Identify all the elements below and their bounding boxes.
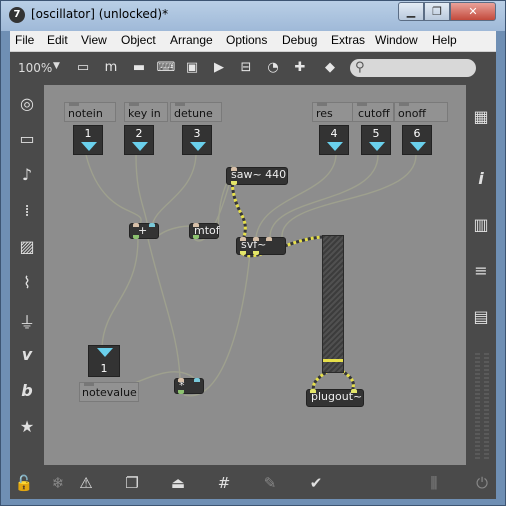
inlet-arrow-icon: [327, 142, 343, 151]
unlock-icon[interactable]: 🔓: [14, 473, 34, 493]
inlet-6[interactable]: 6: [402, 125, 432, 155]
object-svf[interactable]: svf~: [236, 237, 286, 255]
menu-options[interactable]: Options: [226, 33, 267, 47]
vizzie-icon[interactable]: v: [10, 345, 44, 364]
presentation-icon[interactable]: ⏏: [168, 473, 188, 493]
object-mtof[interactable]: mtof: [189, 223, 220, 239]
reference-icon[interactable]: ▤: [466, 307, 496, 326]
menu-object[interactable]: Object: [121, 33, 156, 47]
menu-debug[interactable]: Debug: [282, 33, 317, 47]
play-icon[interactable]: ▶: [209, 58, 229, 78]
inlet-1[interactable]: 1: [73, 125, 103, 155]
inlet-arrow-icon: [81, 142, 97, 151]
inlet-3[interactable]: 3: [182, 125, 212, 155]
image-icon[interactable]: ▨: [10, 237, 44, 256]
star-icon[interactable]: ★: [10, 417, 44, 436]
object-multiply[interactable]: *: [174, 378, 204, 394]
menu-bar: File Edit View Object Arrange Options De…: [10, 31, 496, 52]
menu-edit[interactable]: Edit: [47, 33, 68, 47]
search-input[interactable]: ⚲: [350, 59, 476, 77]
patch-cord[interactable]: [183, 252, 251, 397]
comment-detune: detune: [174, 107, 213, 120]
patch-cord[interactable]: [153, 225, 195, 240]
inlet-arrow-icon: [410, 142, 426, 151]
zoom-level[interactable]: 100%: [18, 61, 52, 75]
object-plus[interactable]: +: [129, 223, 159, 239]
inlet-arrow-icon: [369, 142, 385, 151]
power-icon[interactable]: ⏻: [472, 473, 492, 493]
search-icon: ⚲: [355, 60, 365, 75]
menu-help[interactable]: Help: [432, 33, 457, 47]
title-bar[interactable]: 7 [oscillator] (unlocked)* ▁ ❐ ✕: [1, 1, 505, 31]
gain-slider[interactable]: [322, 235, 344, 373]
meter-icon: ⫼: [430, 474, 438, 492]
minimize-button[interactable]: ▁: [398, 2, 424, 21]
music-note-icon[interactable]: ♪: [10, 165, 44, 184]
inlet-arrow-icon: [132, 142, 148, 151]
snowflake-icon[interactable]: ❄: [48, 473, 68, 493]
presentation-icon[interactable]: ▭: [73, 58, 93, 78]
menu-extras[interactable]: Extras: [331, 33, 365, 47]
menu-view[interactable]: View: [81, 33, 107, 47]
bottom-toolbar: 🔓 ❄ ⚠ ❐ ⏏ # ✎ ✔ ⫼ ⏻: [10, 465, 496, 499]
patch-cord[interactable]: [101, 238, 139, 348]
menu-file[interactable]: File: [15, 33, 34, 47]
patch-cord[interactable]: [85, 154, 142, 228]
comment-res: res: [316, 107, 333, 120]
inlet-4[interactable]: 4: [319, 125, 349, 155]
patcher-canvas[interactable]: notein key in detune res cutoff onoff 1 …: [44, 85, 466, 465]
close-button[interactable]: ✕: [450, 2, 496, 21]
paperclip-icon[interactable]: ⌇: [10, 273, 44, 292]
object-plugout[interactable]: plugout~: [306, 389, 364, 407]
max-app-icon: 7: [9, 7, 25, 23]
dial-icon[interactable]: ◔: [263, 58, 283, 78]
comment-keyin: key in: [128, 107, 161, 120]
maximize-button[interactable]: ❐: [424, 2, 450, 21]
object-saw[interactable]: saw~ 440: [226, 167, 288, 185]
patch-cord[interactable]: [147, 238, 181, 379]
info-icon[interactable]: i: [466, 169, 496, 188]
max-patcher-window: 7 [oscillator] (unlocked)* ▁ ❐ ✕ File Ed…: [0, 0, 506, 506]
debug-icon[interactable]: ✎: [260, 473, 280, 493]
comment-icon[interactable]: ▬: [129, 58, 149, 78]
target-icon[interactable]: ◎: [10, 94, 44, 113]
warning-icon[interactable]: ⚠: [76, 473, 96, 493]
windows-icon[interactable]: ❐: [122, 473, 142, 493]
beap-icon[interactable]: b: [10, 381, 44, 400]
gain-slider-knob[interactable]: [323, 359, 343, 362]
comment-notevalue: notevalue: [82, 386, 137, 399]
list-icon[interactable]: ≡: [466, 261, 496, 280]
grid-icon[interactable]: #: [214, 473, 234, 493]
plug-icon[interactable]: ⏚: [10, 309, 44, 333]
audio-level-meter: [473, 353, 491, 461]
bus-icon[interactable]: ▭: [10, 129, 44, 148]
inlet-2[interactable]: 2: [124, 125, 154, 155]
slider-icon[interactable]: ⊟: [236, 58, 256, 78]
comment-notein: notein: [68, 107, 103, 120]
wrench-icon[interactable]: ✔: [306, 473, 326, 493]
outlet-notevalue[interactable]: 1: [88, 345, 120, 377]
add-icon[interactable]: ✚: [290, 58, 310, 78]
grid-icon[interactable]: ▦: [466, 107, 496, 126]
outlet-arrow-icon: [97, 348, 113, 357]
menu-window[interactable]: Window: [375, 33, 418, 47]
patch-cord[interactable]: [151, 154, 197, 228]
dots-icon[interactable]: ⁞: [10, 201, 44, 220]
patcher-toolbar: 100% ▼ ▭ m ▬ ⌨ ▣ ▶ ⊟ ◔ ✚ ◆ ⚲: [10, 52, 496, 85]
zoom-dropdown-icon[interactable]: ▼: [53, 61, 60, 71]
patch-cord[interactable]: [281, 154, 417, 238]
paint-bucket-icon[interactable]: ◆: [320, 58, 340, 78]
menu-arrange[interactable]: Arrange: [170, 33, 213, 47]
left-sidebar: ◎ ▭ ♪ ⁞ ▨ ⌇ ⏚ v b ★: [10, 85, 44, 465]
inlet-arrow-icon: [190, 142, 206, 151]
object-icon[interactable]: ▣: [182, 58, 202, 78]
window-title: [oscillator] (unlocked)*: [31, 7, 169, 21]
inlet-5[interactable]: 5: [361, 125, 391, 155]
comment-cutoff: cutoff: [358, 107, 390, 120]
keyboard-icon[interactable]: ⌨: [156, 58, 176, 78]
book-icon[interactable]: ▥: [466, 215, 496, 234]
comment-onoff: onoff: [398, 107, 427, 120]
text-icon[interactable]: m: [101, 58, 121, 78]
